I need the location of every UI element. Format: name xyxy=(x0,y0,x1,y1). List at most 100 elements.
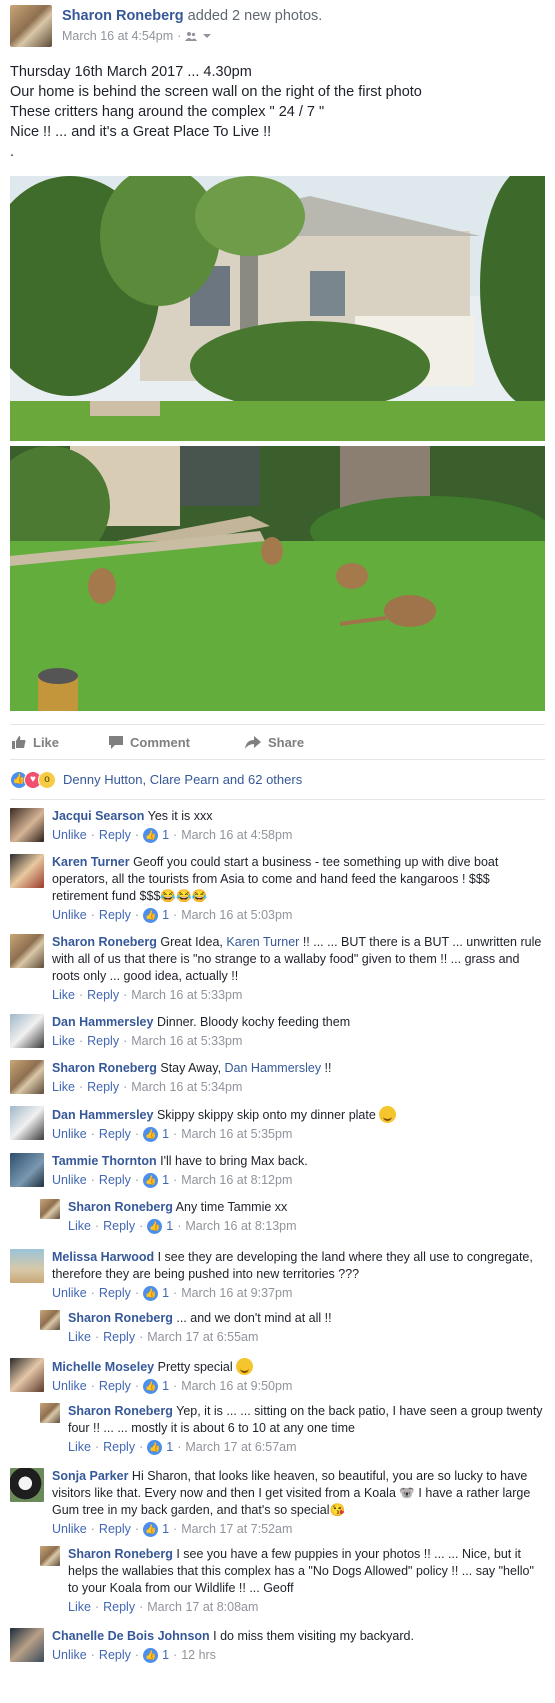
comment-time[interactable]: March 17 at 6:55am xyxy=(147,1329,258,1346)
unlike-link[interactable]: Unlike xyxy=(52,1126,87,1143)
reply-link[interactable]: Reply xyxy=(87,1033,119,1050)
commenter-name[interactable]: Sharon Roneberg xyxy=(52,1061,157,1075)
reply-link[interactable]: Reply xyxy=(103,1439,135,1456)
like-link[interactable]: Like xyxy=(52,987,75,1004)
comment-like-count[interactable]: 1 xyxy=(166,1439,173,1456)
reply-link[interactable]: Reply xyxy=(99,1126,131,1143)
unlike-link[interactable]: Unlike xyxy=(52,827,87,844)
commenter-avatar[interactable] xyxy=(10,1060,44,1094)
post-photo-2[interactable] xyxy=(10,446,545,711)
commenter-avatar[interactable] xyxy=(10,1358,44,1392)
comment-like-count[interactable]: 1 xyxy=(162,907,169,924)
comment-time[interactable]: March 16 at 5:34pm xyxy=(131,1079,242,1096)
commenter-avatar[interactable] xyxy=(40,1310,60,1330)
commenter-name[interactable]: Sonja Parker xyxy=(52,1469,128,1483)
reply-link[interactable]: Reply xyxy=(103,1218,135,1235)
commenter-name[interactable]: Sharon Roneberg xyxy=(52,935,157,949)
commenter-avatar[interactable] xyxy=(10,808,44,842)
like-link[interactable]: Like xyxy=(68,1329,91,1346)
reply-link[interactable]: Reply xyxy=(99,1378,131,1395)
comment-time[interactable]: March 17 at 6:57am xyxy=(185,1439,296,1456)
comment-time[interactable]: March 16 at 4:58pm xyxy=(181,827,292,844)
commenter-name[interactable]: Chanelle De Bois Johnson xyxy=(52,1629,210,1643)
comment-time[interactable]: March 17 at 8:08am xyxy=(147,1599,258,1616)
facebook-post-card: Sharon Roneberg added 2 new photos. Marc… xyxy=(0,0,555,1703)
mention-link[interactable]: Dan Hammersley xyxy=(225,1061,322,1075)
commenter-name[interactable]: Sharon Roneberg xyxy=(68,1404,173,1418)
comment-like-count[interactable]: 1 xyxy=(162,1521,169,1538)
comment-time[interactable]: March 16 at 8:12pm xyxy=(181,1172,292,1189)
reply-link[interactable]: Reply xyxy=(99,1172,131,1189)
reply-link[interactable]: Reply xyxy=(99,1647,131,1664)
like-button[interactable]: Like xyxy=(12,735,59,750)
friends-audience-icon[interactable] xyxy=(185,31,198,41)
comment-time[interactable]: March 16 at 9:50pm xyxy=(181,1378,292,1395)
commenter-name[interactable]: Karen Turner xyxy=(52,855,130,869)
post-author-name[interactable]: Sharon Roneberg xyxy=(62,8,184,24)
comment-like-count[interactable]: 1 xyxy=(162,827,169,844)
commenter-avatar[interactable] xyxy=(10,934,44,968)
post-timestamp[interactable]: March 16 at 4:54pm xyxy=(62,29,173,43)
comment-time[interactable]: March 16 at 5:35pm xyxy=(181,1126,292,1143)
reply-link[interactable]: Reply xyxy=(99,907,131,924)
like-link[interactable]: Like xyxy=(52,1079,75,1096)
comment-like-count[interactable]: 1 xyxy=(162,1285,169,1302)
unlike-link[interactable]: Unlike xyxy=(52,907,87,924)
comment-time[interactable]: March 16 at 8:13pm xyxy=(185,1218,296,1235)
comment-time[interactable]: March 17 at 7:52am xyxy=(181,1521,292,1538)
commenter-avatar[interactable] xyxy=(40,1546,60,1566)
commenter-avatar[interactable] xyxy=(10,1249,44,1283)
author-avatar[interactable] xyxy=(10,5,52,47)
comment-time[interactable]: March 16 at 5:33pm xyxy=(131,987,242,1004)
commenter-avatar[interactable] xyxy=(10,1468,44,1502)
share-button[interactable]: Share xyxy=(244,735,304,750)
like-link[interactable]: Like xyxy=(52,1033,75,1050)
reply-link[interactable]: Reply xyxy=(87,1079,119,1096)
commenter-name[interactable]: Jacqui Searson xyxy=(52,809,144,823)
commenter-name[interactable]: Michelle Moseley xyxy=(52,1360,154,1374)
comment-like-count[interactable]: 1 xyxy=(162,1647,169,1664)
comment-time[interactable]: March 16 at 5:03pm xyxy=(181,907,292,924)
reply-link[interactable]: Reply xyxy=(103,1329,135,1346)
comment-time[interactable]: March 16 at 9:37pm xyxy=(181,1285,292,1302)
commenter-avatar[interactable] xyxy=(10,1153,44,1187)
commenter-avatar[interactable] xyxy=(10,1014,44,1048)
post-photo-1[interactable] xyxy=(10,176,545,441)
commenter-name[interactable]: Dan Hammersley xyxy=(52,1015,153,1029)
like-link[interactable]: Like xyxy=(68,1218,91,1235)
comment-like-count[interactable]: 1 xyxy=(166,1218,173,1235)
reactions-summary-text[interactable]: Denny Hutton, Clare Pearn and 62 others xyxy=(63,772,302,787)
comment-like-count[interactable]: 1 xyxy=(162,1126,169,1143)
reply-link[interactable]: Reply xyxy=(99,827,131,844)
commenter-name[interactable]: Tammie Thornton xyxy=(52,1154,157,1168)
commenter-avatar[interactable] xyxy=(10,854,44,888)
commenter-name[interactable]: Sharon Roneberg xyxy=(68,1547,173,1561)
commenter-name[interactable]: Sharon Roneberg xyxy=(68,1311,173,1325)
commenter-name[interactable]: Dan Hammersley xyxy=(52,1108,153,1122)
reply-link[interactable]: Reply xyxy=(87,987,119,1004)
like-link[interactable]: Like xyxy=(68,1599,91,1616)
commenter-name[interactable]: Sharon Roneberg xyxy=(68,1200,173,1214)
commenter-avatar[interactable] xyxy=(40,1199,60,1219)
reply-link[interactable]: Reply xyxy=(99,1285,131,1302)
reply-link[interactable]: Reply xyxy=(99,1521,131,1538)
comment-button[interactable]: Comment xyxy=(109,735,190,750)
comment-time[interactable]: 12 hrs xyxy=(181,1647,216,1664)
commenter-avatar[interactable] xyxy=(40,1403,60,1423)
unlike-link[interactable]: Unlike xyxy=(52,1647,87,1664)
commenter-name[interactable]: Melissa Harwood xyxy=(52,1250,154,1264)
unlike-link[interactable]: Unlike xyxy=(52,1172,87,1189)
reactions-summary[interactable]: 👍 ♥ o Denny Hutton, Clare Pearn and 62 o… xyxy=(10,760,545,800)
commenter-avatar[interactable] xyxy=(10,1628,44,1662)
chevron-down-icon[interactable] xyxy=(201,31,213,41)
unlike-link[interactable]: Unlike xyxy=(52,1285,87,1302)
comment-time[interactable]: March 16 at 5:33pm xyxy=(131,1033,242,1050)
comment-like-count[interactable]: 1 xyxy=(162,1378,169,1395)
unlike-link[interactable]: Unlike xyxy=(52,1378,87,1395)
commenter-avatar[interactable] xyxy=(10,1106,44,1140)
unlike-link[interactable]: Unlike xyxy=(52,1521,87,1538)
reply-link[interactable]: Reply xyxy=(103,1599,135,1616)
like-link[interactable]: Like xyxy=(68,1439,91,1456)
comment-like-count[interactable]: 1 xyxy=(162,1172,169,1189)
mention-link[interactable]: Karen Turner xyxy=(226,935,299,949)
